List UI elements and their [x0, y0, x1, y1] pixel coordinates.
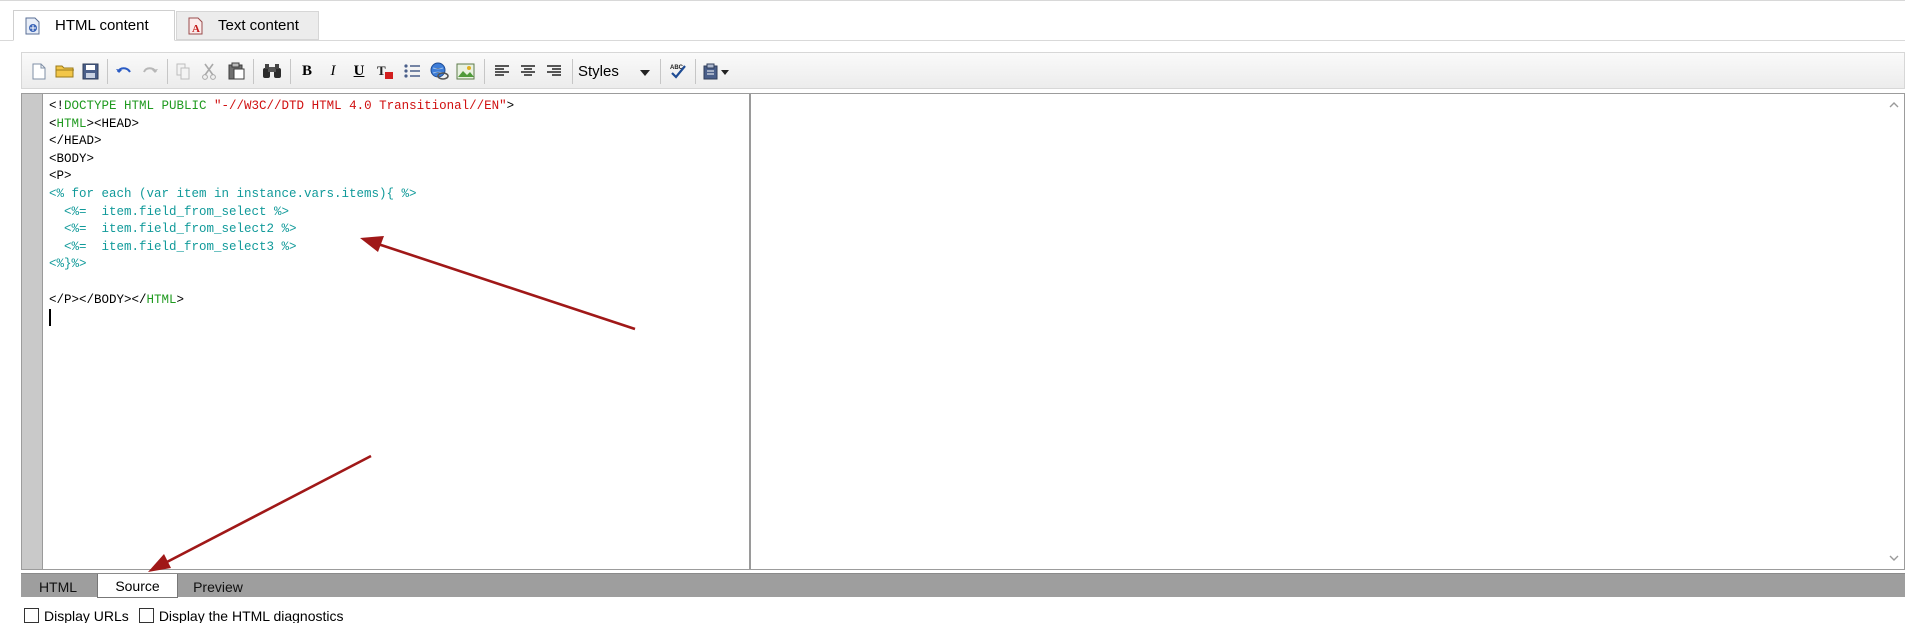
code-token: <% for each (var item in instance.vars.i…: [49, 186, 417, 201]
toolbar-separator: [484, 59, 485, 84]
view-mode-tabbar: HTML Source Preview: [21, 573, 1905, 598]
toolbar-separator: [660, 59, 661, 84]
open-folder-icon[interactable]: [54, 60, 76, 82]
code-line: </P></BODY></HTML>: [49, 292, 765, 310]
paste-icon[interactable]: [226, 60, 246, 82]
code-token: DOCTYPE HTML PUBLIC: [64, 99, 215, 113]
code-token: </P></BODY></: [49, 292, 147, 307]
display-diagnostics-checkbox[interactable]: [138, 608, 154, 623]
editor-toolbar: B I U T Styles ABC: [21, 52, 1905, 89]
cut-icon[interactable]: [200, 60, 218, 82]
undo-icon[interactable]: [114, 60, 134, 82]
display-diagnostics-option[interactable]: Display the HTML diagnostics: [138, 608, 344, 623]
code-token: <!: [49, 99, 65, 113]
code-line: <P>: [49, 168, 765, 186]
scroll-up-icon[interactable]: [1888, 98, 1900, 110]
editor-gutter: [22, 94, 43, 569]
code-line: <!DOCTYPE HTML PUBLIC "-//W3C//DTD HTML …: [49, 98, 765, 116]
code-token: <%= item.field_from_select %>: [49, 204, 290, 219]
tabstrip-baseline: [0, 40, 1905, 41]
text-color-icon[interactable]: T: [375, 60, 395, 82]
toolbar-separator: [572, 59, 573, 84]
code-token: HTML: [56, 116, 87, 131]
code-line: <%= item.field_from_select %>: [49, 204, 765, 222]
toolbar-separator: [290, 59, 291, 84]
display-urls-label: Display URLs: [44, 608, 129, 623]
copy-icon[interactable]: [174, 60, 192, 82]
tab-preview-view[interactable]: Preview: [179, 576, 257, 597]
paste-special-icon[interactable]: [702, 60, 732, 82]
align-right-icon[interactable]: [544, 60, 564, 82]
code-token: <%}%>: [49, 257, 87, 272]
code-line: [49, 309, 765, 327]
code-token: HTML: [146, 292, 177, 307]
italic-icon[interactable]: I: [323, 60, 343, 82]
content-tabstrip: HTML content A Text content: [0, 0, 1905, 46]
tab-html-view[interactable]: HTML: [21, 576, 95, 597]
code-line: <%}%>: [49, 256, 765, 274]
display-diagnostics-label: Display the HTML diagnostics: [158, 608, 344, 623]
code-token: "-//W3C//DTD HTML 4.0 Transitional//EN": [214, 99, 507, 113]
svg-text:A: A: [192, 23, 200, 35]
html-page-icon: [24, 17, 41, 35]
redo-icon[interactable]: [140, 60, 160, 82]
code-line: </HEAD>: [49, 133, 765, 151]
toolbar-separator: [167, 59, 168, 84]
display-urls-checkbox[interactable]: [24, 608, 39, 623]
scroll-down-icon[interactable]: [1888, 551, 1900, 563]
bold-icon[interactable]: B: [297, 60, 317, 82]
code-line: <%= item.field_from_select3 %>: [49, 239, 765, 257]
source-editor-frame: <!DOCTYPE HTML PUBLIC "-//W3C//DTD HTML …: [21, 93, 1905, 570]
code-token: <%= item.field_from_select2 %>: [49, 222, 297, 237]
text-page-icon: A: [187, 17, 204, 35]
chevron-down-icon: [640, 63, 650, 80]
display-urls-option[interactable]: Display URLs: [24, 608, 129, 623]
code-line: <BODY>: [49, 151, 765, 169]
insert-link-icon[interactable]: [428, 60, 450, 82]
code-token: >: [506, 99, 515, 113]
insert-image-icon[interactable]: [454, 60, 476, 82]
styles-dropdown[interactable]: Styles: [578, 60, 654, 82]
tab-text-content-label: Text content: [218, 17, 299, 34]
align-center-icon[interactable]: [518, 60, 538, 82]
spellcheck-icon[interactable]: ABC: [667, 60, 689, 82]
tab-source-view[interactable]: Source: [97, 574, 178, 598]
code-token: >: [176, 292, 185, 307]
code-line: <%= item.field_from_select2 %>: [49, 221, 765, 239]
code-line: <HTML><HEAD>: [49, 116, 765, 134]
display-options: Display URLs Display the HTML diagnostic…: [24, 608, 353, 623]
toolbar-separator: [253, 59, 254, 84]
tab-html-content[interactable]: HTML content: [13, 10, 175, 41]
code-token: <%= item.field_from_select3 %>: [49, 239, 297, 254]
code-token: <P>: [49, 169, 72, 184]
styles-dropdown-label: Styles: [578, 62, 619, 80]
code-token: <: [49, 116, 57, 131]
text-caret: [49, 309, 51, 327]
save-icon[interactable]: [80, 60, 100, 82]
toolbar-separator: [107, 59, 108, 84]
vertical-scrollbar[interactable]: [1884, 94, 1904, 569]
editor-split-divider[interactable]: [749, 94, 751, 569]
code-token: <BODY>: [49, 151, 95, 166]
tab-text-content[interactable]: A Text content: [176, 11, 319, 40]
code-line: <% for each (var item in instance.vars.i…: [49, 186, 765, 204]
toolbar-separator: [695, 59, 696, 84]
align-left-icon[interactable]: [492, 60, 512, 82]
code-token: </HEAD>: [49, 134, 102, 149]
svg-text:T: T: [377, 63, 386, 78]
source-code-editor[interactable]: <!DOCTYPE HTML PUBLIC "-//W3C//DTD HTML …: [49, 98, 765, 568]
tab-html-content-label: HTML content: [55, 17, 149, 34]
bullet-list-icon[interactable]: [402, 60, 422, 82]
code-token: ><HEAD>: [86, 116, 140, 131]
find-icon[interactable]: [261, 60, 283, 82]
new-document-icon[interactable]: [30, 60, 48, 82]
underline-icon[interactable]: U: [349, 60, 369, 82]
